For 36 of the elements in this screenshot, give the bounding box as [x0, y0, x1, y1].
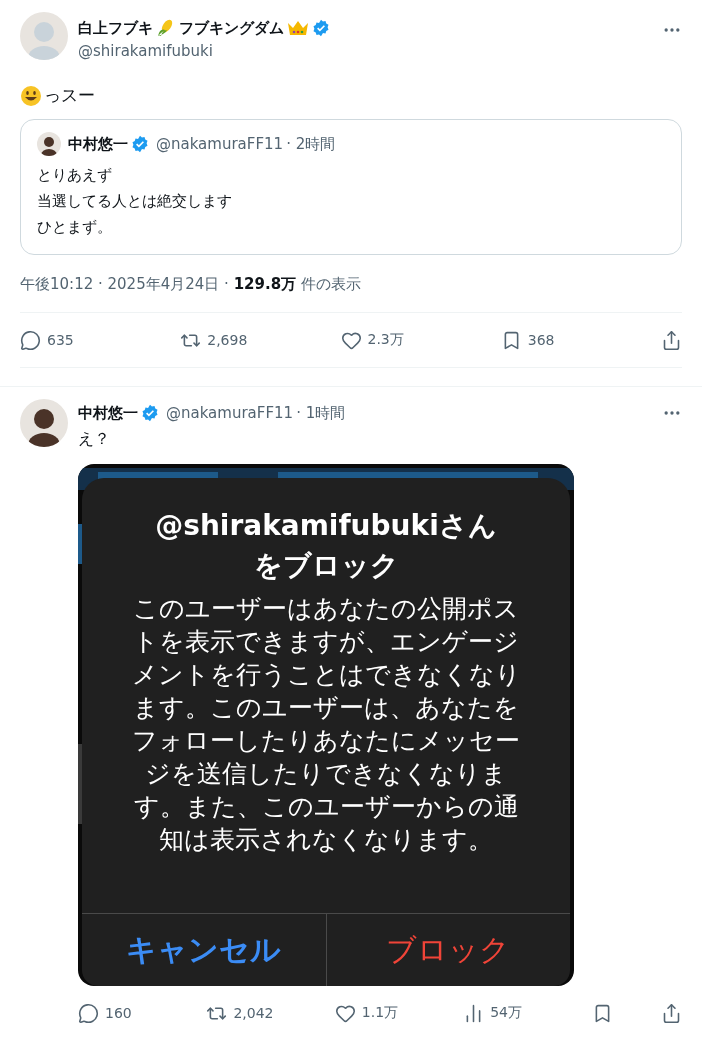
quote-time: · 2時間	[286, 134, 336, 154]
author-handle[interactable]: @nakamuraFF11	[166, 404, 294, 422]
quote-author-name: 中村悠一	[68, 134, 128, 154]
quoted-post[interactable]: 中村悠一 @nakamuraFF11 · 2時間 とりあえず 当選してる人とは絶交します ひとまず。	[20, 119, 682, 255]
avatar[interactable]	[37, 132, 61, 156]
post-meta: 午後10:12 · 2025年4月24日 · 129.8万 件の表示	[20, 274, 362, 295]
action-count: 368	[527, 332, 555, 348]
action-count: 635	[47, 332, 74, 348]
share-icon[interactable]	[661, 329, 682, 351]
quote-text-line: ひとまず。	[37, 217, 112, 238]
post-time: · 1時間	[296, 403, 346, 423]
quote-text-line: 当選してる人とは絶交します	[37, 191, 232, 212]
action-count: 2,042	[233, 1005, 274, 1021]
cancel-button[interactable]: キャンセル	[82, 914, 326, 986]
reply-icon[interactable]	[20, 329, 41, 351]
quote-text-line: とりあえず	[37, 165, 112, 186]
crown-icon	[287, 19, 309, 37]
action-count: 54万	[490, 1004, 522, 1022]
dialog-title-line: @shirakamifubukiさん	[155, 508, 497, 544]
action-count: 1.1万	[361, 1004, 399, 1022]
quote-author-handle: @nakamuraFF11	[156, 135, 284, 153]
action-count: 2.3万	[367, 331, 404, 349]
post-text: え？	[78, 429, 111, 450]
dialog-title-line: をブロック	[253, 548, 399, 584]
post-text: っスー	[44, 84, 95, 107]
block-button[interactable]: ブロック	[325, 914, 570, 986]
avatar[interactable]	[20, 399, 68, 447]
author-name[interactable]: 中村悠一	[78, 403, 138, 423]
author-name-suffix[interactable]: フブキングダム	[179, 18, 284, 38]
dialog-message: このユーザーはあなたの公開ポストを表示できますが、エンゲージメントを行うことはできなくなります。このユーザーは、あなたをフォローしたりあなたにメッセージを送信したりできなくなります。また、このユーザーからの通知は表示されなくなります。	[130, 593, 522, 856]
action-count: 2,698	[207, 332, 248, 348]
reply-icon[interactable]	[78, 1002, 99, 1024]
action-count: 160	[105, 1005, 132, 1021]
author-handle[interactable]: @shirakamifubuki	[78, 42, 652, 60]
smiley-icon	[20, 84, 42, 107]
author-name[interactable]: 白上フブキ	[78, 18, 153, 38]
